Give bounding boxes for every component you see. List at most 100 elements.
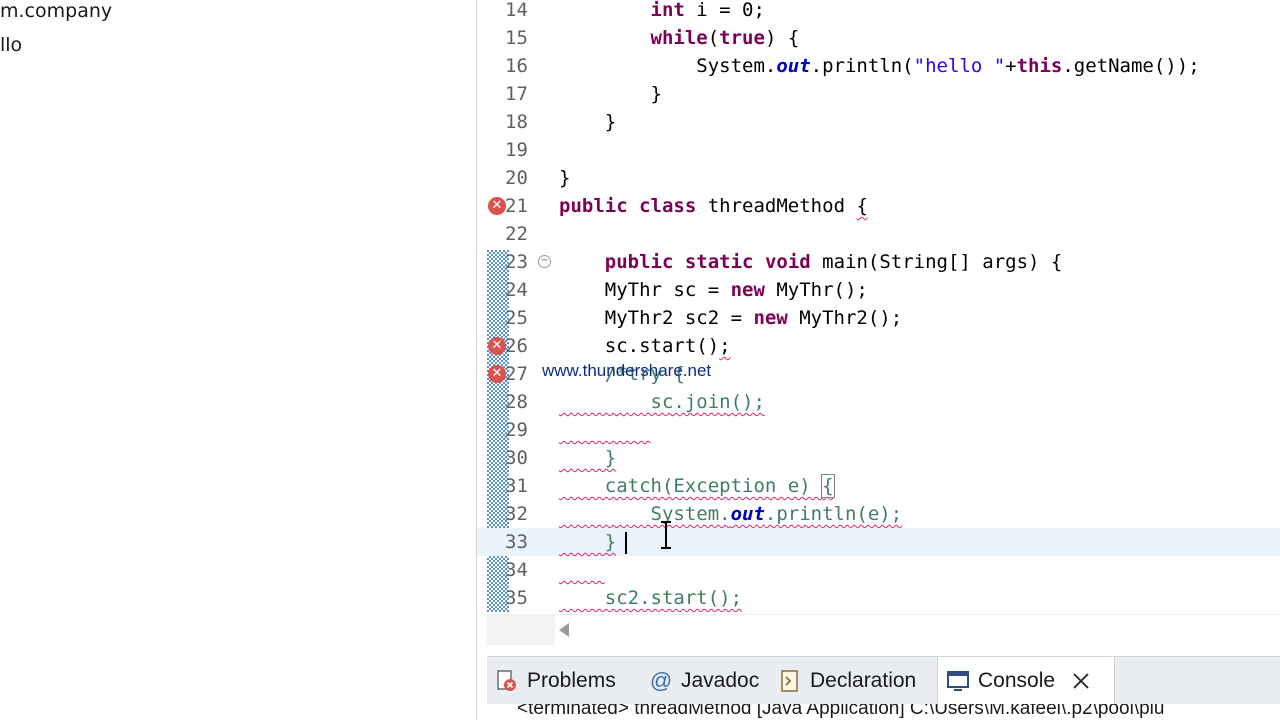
code-token: sc2.start();	[559, 587, 743, 609]
code-line[interactable]: 23− public static void main(String[] arg…	[477, 248, 1280, 276]
code-text: sc.start();	[559, 335, 731, 357]
line-number: 30	[505, 447, 528, 469]
code-token: int	[650, 0, 685, 21]
code-line[interactable]: 31 catch(Exception e) {	[477, 472, 1280, 500]
line-number: 21	[505, 195, 528, 217]
code-token: main(String[] args) {	[810, 251, 1063, 273]
code-token: }	[559, 531, 617, 553]
explorer-item[interactable]: llo	[0, 34, 22, 56]
code-text: public static void main(String[] args) {	[559, 251, 1063, 273]
line-number: 25	[505, 307, 528, 329]
code-text: public class threadMethod {	[559, 195, 868, 217]
error-marker-icon[interactable]: ✕	[488, 337, 506, 355]
tab-javadoc[interactable]: @ Javadoc	[641, 657, 767, 705]
error-marker-icon[interactable]: ✕	[488, 197, 506, 215]
code-line[interactable]: 34	[477, 556, 1280, 584]
code-token: }	[559, 83, 662, 105]
code-line[interactable]: 32 System.out.println(e);	[477, 500, 1280, 528]
package-explorer-panel: m.company llo	[0, 0, 476, 720]
error-marker-icon[interactable]: ✕	[488, 365, 506, 383]
code-line[interactable]: 14 int i = 0;	[477, 0, 1280, 24]
code-line[interactable]: 22	[477, 220, 1280, 248]
code-line[interactable]: 17 }	[477, 80, 1280, 108]
code-text: MyThr2 sc2 = new MyThr2();	[559, 307, 902, 329]
code-token: MyThr();	[764, 279, 868, 301]
code-line[interactable]: 18 }	[477, 108, 1280, 136]
code-line[interactable]: 33 }	[477, 528, 1280, 556]
code-line[interactable]: 20}	[477, 164, 1280, 192]
code-token: public	[559, 195, 628, 217]
code-text: sc.join();	[559, 391, 765, 413]
tab-console[interactable]: Console	[937, 657, 1115, 705]
line-number: 35	[505, 587, 528, 609]
code-token: }	[559, 111, 617, 133]
tab-label: Problems	[527, 669, 616, 692]
code-line[interactable]: 24 MyThr sc = new MyThr();	[477, 276, 1280, 304]
code-token: public	[604, 251, 674, 273]
line-number: 19	[505, 139, 528, 161]
line-number: 26	[505, 335, 528, 357]
code-line[interactable]: ✕ 26 sc.start();	[477, 332, 1280, 360]
code-text	[559, 559, 605, 581]
code-token: catch(Exception e)	[559, 475, 823, 497]
code-token: .println(	[810, 55, 914, 77]
tab-problems[interactable]: Problems	[487, 657, 624, 705]
code-token: threadMethod	[696, 195, 857, 217]
code-token: true	[719, 27, 765, 49]
code-line[interactable]: 29	[477, 416, 1280, 444]
code-text: catch(Exception e) {	[559, 474, 835, 498]
text-cursor-ibeam-icon	[661, 521, 671, 549]
console-icon	[947, 671, 969, 691]
bottom-view-tabbar: Problems @ Javadoc Declaration Console	[487, 656, 1280, 705]
line-number: 22	[505, 223, 528, 245]
code-text: System.out.println("hello "+this.getName…	[559, 55, 1200, 77]
code-token: "hello "	[913, 55, 1006, 77]
tab-label: Javadoc	[681, 669, 760, 692]
line-number: 16	[505, 55, 528, 77]
code-line[interactable]: 28 sc.join();	[477, 388, 1280, 416]
close-icon[interactable]	[1069, 669, 1093, 693]
code-token: out	[730, 503, 765, 525]
line-number: 20	[505, 167, 528, 189]
tab-declaration[interactable]: Declaration	[770, 657, 924, 705]
code-token: ;	[719, 335, 731, 357]
code-line[interactable]: 16 System.out.println("hello "+this.getN…	[477, 52, 1280, 80]
explorer-item[interactable]: m.company	[0, 0, 112, 22]
code-line[interactable]: 19	[477, 136, 1280, 164]
code-token: {	[856, 195, 868, 217]
line-number: 24	[505, 279, 528, 301]
code-line[interactable]: 35 sc2.start();	[477, 584, 1280, 612]
code-token: ) {	[764, 27, 800, 49]
line-number: 32	[505, 503, 528, 525]
code-text: }	[559, 83, 662, 105]
code-token: }	[559, 167, 571, 189]
code-text: }	[559, 531, 616, 553]
problems-icon	[497, 670, 516, 691]
code-editor[interactable]: 14 int i = 0; 15 while(true) {16 System.o…	[477, 0, 1280, 612]
scroll-left-arrow-icon[interactable]	[559, 623, 569, 637]
code-line[interactable]: 15 while(true) {	[477, 24, 1280, 52]
code-text: }	[559, 111, 616, 133]
horizontal-scrollbar[interactable]	[487, 614, 1280, 645]
scrollbar-track[interactable]	[487, 615, 555, 645]
code-token: System.	[559, 55, 777, 77]
text-caret	[625, 532, 627, 554]
code-token: i = 0;	[684, 0, 765, 21]
line-number: 18	[505, 111, 528, 133]
watermark-text: www.thundershare.net	[542, 361, 712, 380]
code-line[interactable]: 30 }	[477, 444, 1280, 472]
code-token: static	[684, 251, 754, 273]
code-token: this	[1016, 55, 1063, 77]
line-number: 14	[505, 0, 528, 21]
code-token: sc.start()	[559, 335, 720, 357]
code-token: .getName());	[1062, 55, 1200, 77]
code-token: .println(e);	[764, 503, 903, 525]
fold-toggle-icon[interactable]: −	[538, 255, 551, 268]
code-line[interactable]: 25 MyThr2 sc2 = new MyThr2();	[477, 304, 1280, 332]
code-line[interactable]: ✕ 21 public class threadMethod {	[477, 192, 1280, 220]
